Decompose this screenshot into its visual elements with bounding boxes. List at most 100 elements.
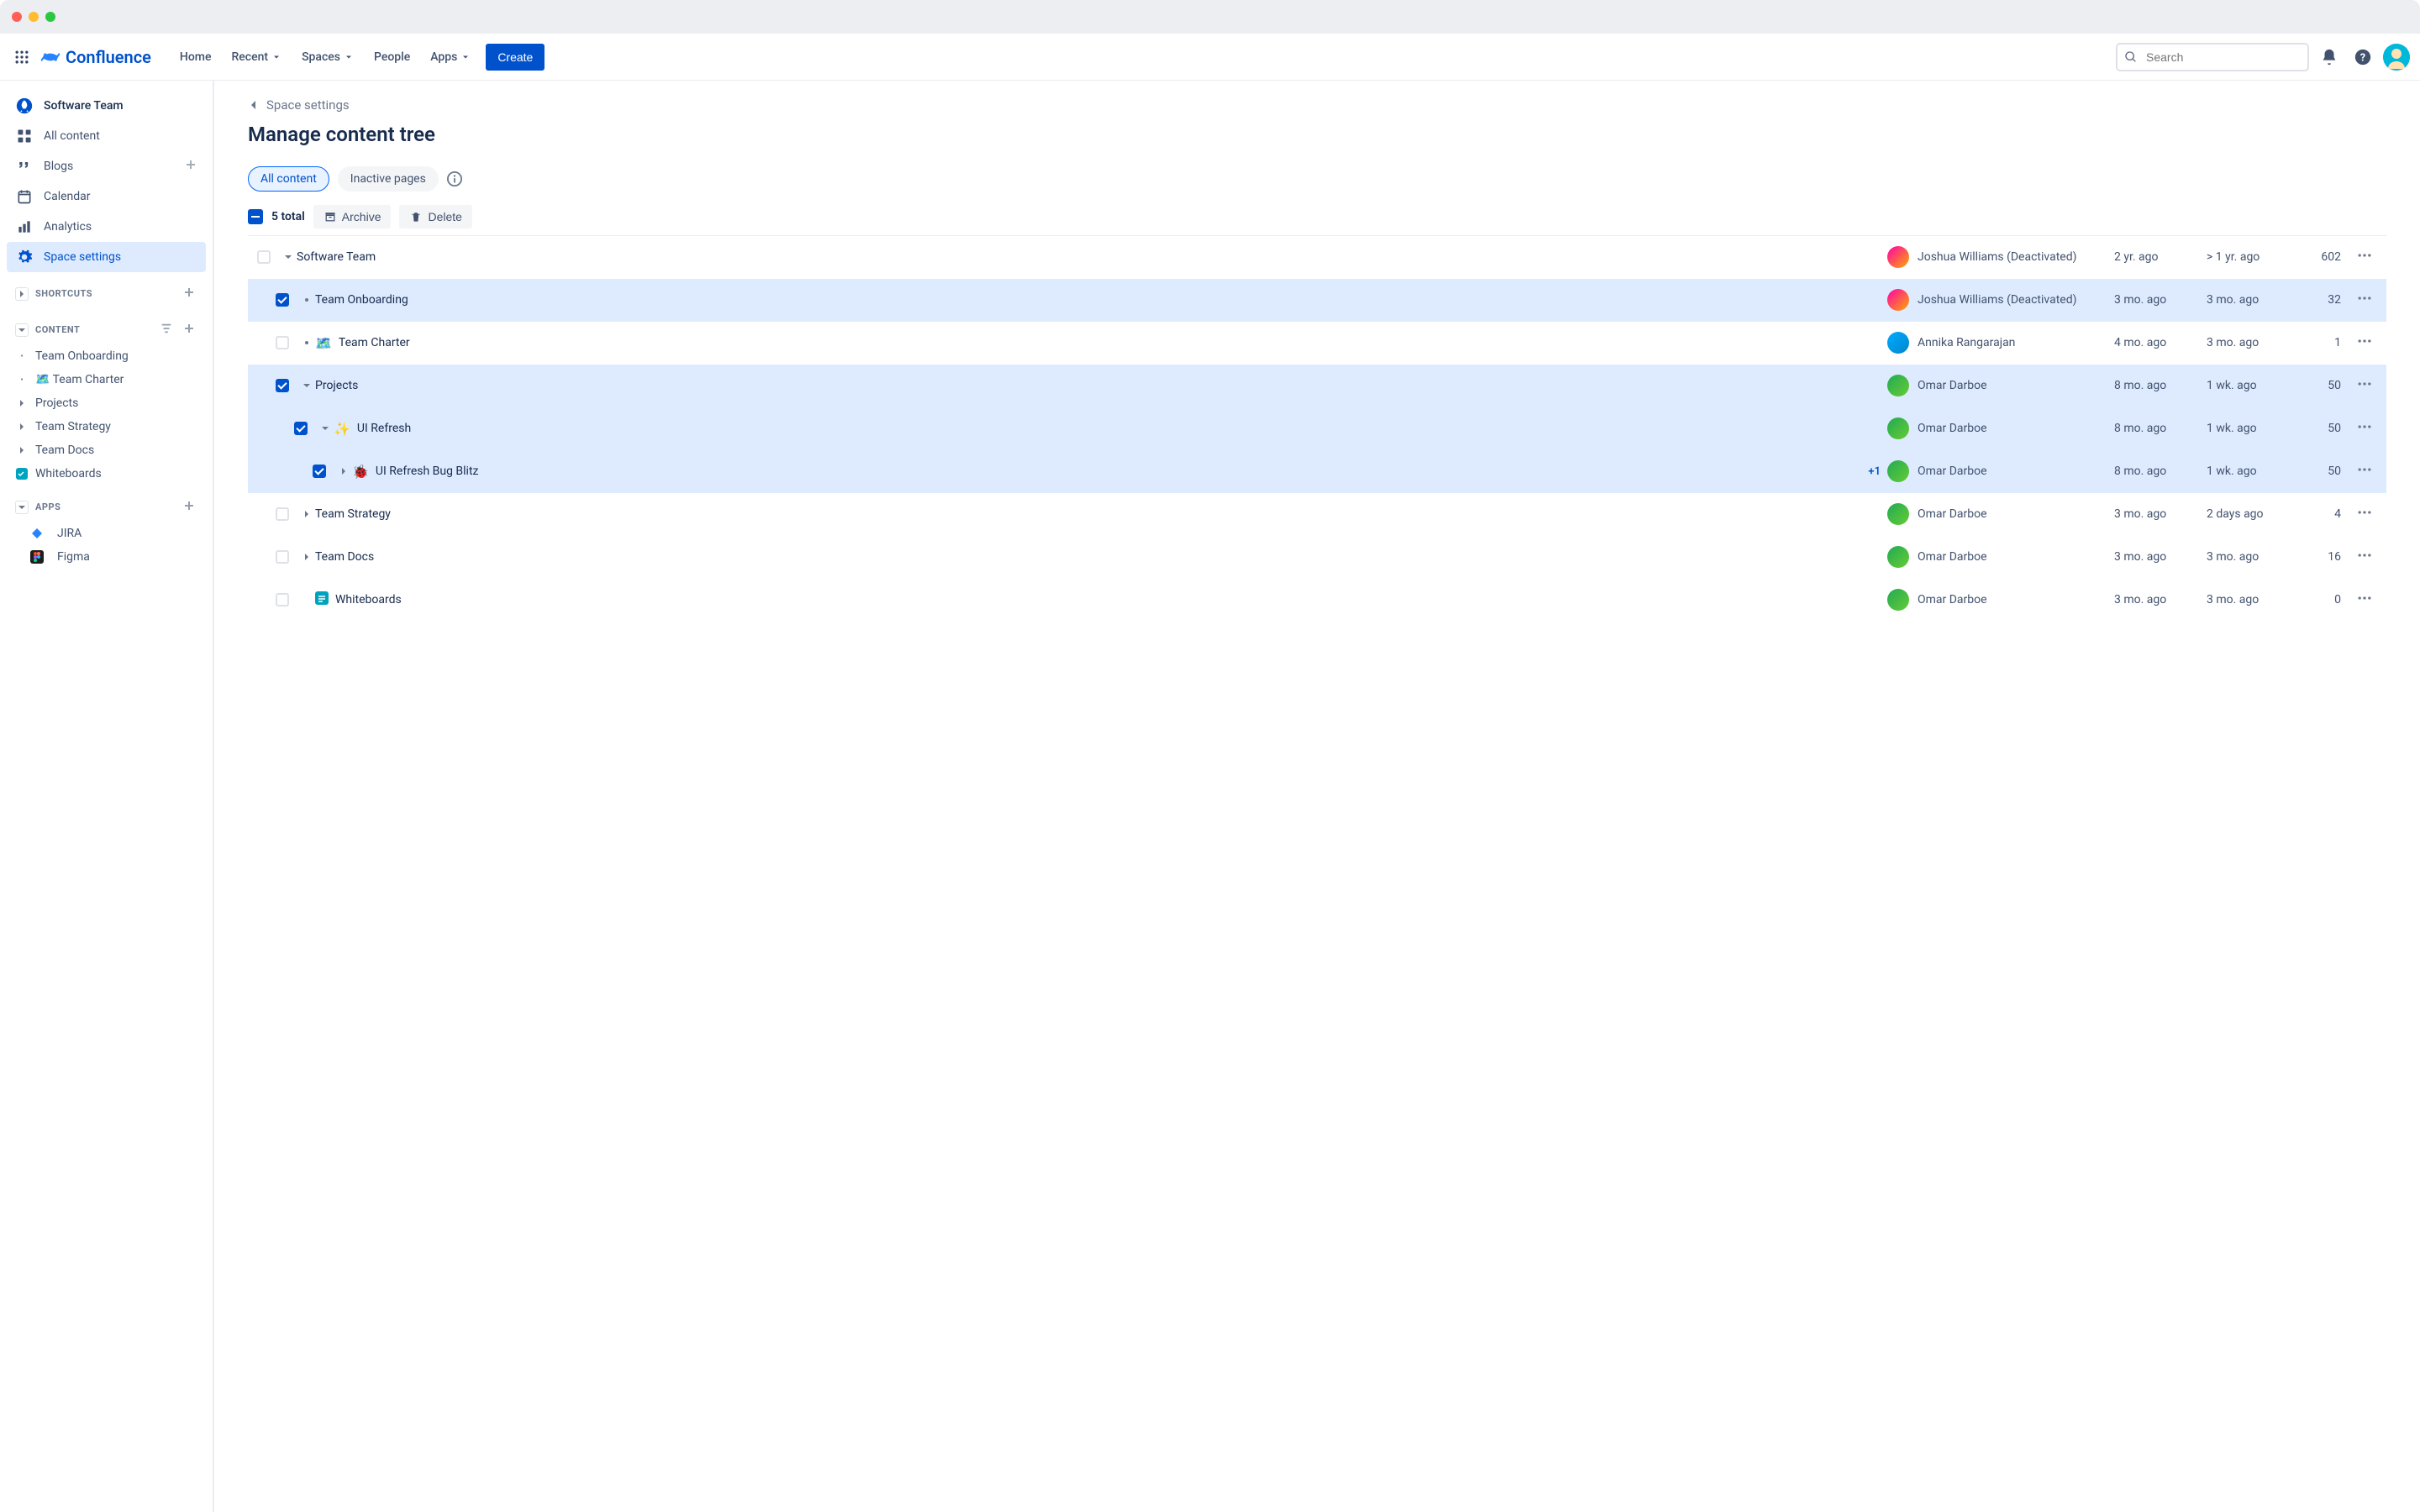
search-input[interactable] [2116,43,2309,71]
row-title-cell[interactable]: Whiteboards [315,591,1887,608]
minimize-window-icon[interactable] [29,12,39,22]
row-title-cell[interactable]: 🗺️Team Charter [315,335,1887,351]
sidebar-item-all-content[interactable]: All content [7,121,206,151]
row-checkbox[interactable] [294,422,308,435]
row-author[interactable]: Omar Darboe [1887,417,2114,439]
expand-toggle[interactable] [298,552,315,562]
tree-item-whiteboards[interactable]: Whiteboards [7,462,206,486]
row-author[interactable]: Joshua Williams (Deactivated) [1887,289,2114,311]
tree-item-team-charter[interactable]: •🗺️ Team Charter [7,368,206,391]
sidebar-section-content[interactable]: CONTENT [7,315,206,344]
tree-item-projects[interactable]: Projects [7,391,206,415]
row-title-cell[interactable]: ✨UI Refresh [334,421,1887,437]
sidebar-item-blogs[interactable]: Blogs [7,151,206,181]
row-title-cell[interactable]: Team Strategy [315,507,1887,521]
expand-toggle[interactable] [280,252,297,262]
row-actions-menu[interactable] [2349,333,2380,353]
table-row[interactable]: ProjectsOmar Darboe8 mo. ago1 wk. ago50 [248,365,2386,407]
plus-icon[interactable] [181,320,197,339]
table-row[interactable]: WhiteboardsOmar Darboe3 mo. ago3 mo. ago… [248,579,2386,622]
sidebar-space-header[interactable]: Software Team [7,91,206,121]
row-author[interactable]: Annika Rangarajan [1887,332,2114,354]
row-actions-menu[interactable] [2349,290,2380,310]
filter-icon[interactable] [159,321,174,339]
row-actions-menu[interactable] [2349,461,2380,481]
row-checkbox[interactable] [276,550,289,564]
table-row[interactable]: 🗺️Team CharterAnnika Rangarajan4 mo. ago… [248,322,2386,365]
plus-icon[interactable] [184,158,197,175]
row-author[interactable]: Omar Darboe [1887,546,2114,568]
row-actions-menu[interactable] [2349,547,2380,567]
expand-toggle[interactable] [298,341,315,344]
nav-people[interactable]: People [366,45,418,69]
row-author[interactable]: Omar Darboe [1887,375,2114,396]
filter-all-content[interactable]: All content [248,166,329,192]
close-window-icon[interactable] [12,12,22,22]
plus-icon[interactable] [181,284,197,303]
delete-button[interactable]: Delete [399,205,471,228]
app-item-figma[interactable]: Figma [7,545,206,569]
sidebar-item-calendar[interactable]: Calendar [7,181,206,212]
app-switcher-icon[interactable] [10,45,34,69]
nav-recent[interactable]: Recent [223,45,290,69]
row-author[interactable]: Omar Darboe [1887,589,2114,611]
row-actions-menu[interactable] [2349,590,2380,610]
filter-inactive-pages[interactable]: Inactive pages [338,166,439,192]
plus-icon[interactable] [181,497,197,517]
table-row[interactable]: Software TeamJoshua Williams (Deactivate… [248,236,2386,279]
tree-item-team-strategy[interactable]: Team Strategy [7,415,206,438]
table-row[interactable]: Team OnboardingJoshua Williams (Deactiva… [248,279,2386,322]
row-title-cell[interactable]: Team Docs [315,550,1887,564]
help-icon[interactable]: ? [2349,44,2376,71]
row-title-cell[interactable]: Software Team [297,250,1887,264]
row-author[interactable]: Omar Darboe [1887,460,2114,482]
row-checkbox[interactable] [276,293,289,307]
table-row[interactable]: 🐞UI Refresh Bug Blitz+1Omar Darboe8 mo. … [248,450,2386,493]
row-checkbox[interactable] [276,379,289,392]
row-checkbox[interactable] [276,593,289,606]
maximize-window-icon[interactable] [45,12,55,22]
expand-toggle[interactable] [298,381,315,391]
row-checkbox[interactable] [257,250,271,264]
row-actions-menu[interactable] [2349,375,2380,396]
row-title-cell[interactable]: Team Onboarding [315,293,1887,307]
select-indicator-icon[interactable] [248,209,263,224]
expand-toggle[interactable] [298,298,315,302]
nav-home[interactable]: Home [171,45,220,69]
grid-icon [15,127,34,145]
tree-item-team-docs[interactable]: Team Docs [7,438,206,462]
row-author[interactable]: Joshua Williams (Deactivated) [1887,246,2114,268]
tree-item-team-onboarding[interactable]: •Team Onboarding [7,344,206,368]
archive-button[interactable]: Archive [313,205,392,228]
table-row[interactable]: Team DocsOmar Darboe3 mo. ago3 mo. ago16 [248,536,2386,579]
row-title-cell[interactable]: 🐞UI Refresh Bug Blitz [352,464,1868,480]
table-row[interactable]: Team StrategyOmar Darboe3 mo. ago2 days … [248,493,2386,536]
create-button[interactable]: Create [486,44,544,71]
expand-toggle[interactable] [335,466,352,476]
notifications-icon[interactable] [2316,44,2343,71]
expand-toggle[interactable] [298,509,315,519]
row-actions-menu[interactable] [2349,504,2380,524]
expand-toggle[interactable] [317,423,334,433]
sidebar-section-shortcuts[interactable]: SHORTCUTS [7,279,206,308]
avatar[interactable] [2383,44,2410,71]
info-icon[interactable] [447,171,462,186]
breadcrumb-back[interactable]: Space settings [248,97,2386,113]
nav-apps[interactable]: Apps [422,45,479,69]
row-title-cell[interactable]: Projects [315,379,1887,392]
row-author[interactable]: Omar Darboe [1887,503,2114,525]
sidebar-section-apps[interactable]: APPS [7,492,206,522]
row-actions-menu[interactable] [2349,418,2380,438]
plus-badge[interactable]: +1 [1868,465,1881,478]
sidebar-item-space-settings[interactable]: Space settings [7,242,206,272]
bulk-action-bar: 5 total Archive Delete [248,205,2386,228]
table-row[interactable]: ✨UI RefreshOmar Darboe8 mo. ago1 wk. ago… [248,407,2386,450]
row-checkbox[interactable] [276,507,289,521]
row-checkbox[interactable] [276,336,289,349]
nav-spaces[interactable]: Spaces [293,45,362,69]
row-checkbox[interactable] [313,465,326,478]
brand-logo[interactable]: Confluence [40,47,151,67]
sidebar-item-analytics[interactable]: Analytics [7,212,206,242]
app-item-jira[interactable]: JIRA [7,522,206,545]
row-actions-menu[interactable] [2349,247,2380,267]
